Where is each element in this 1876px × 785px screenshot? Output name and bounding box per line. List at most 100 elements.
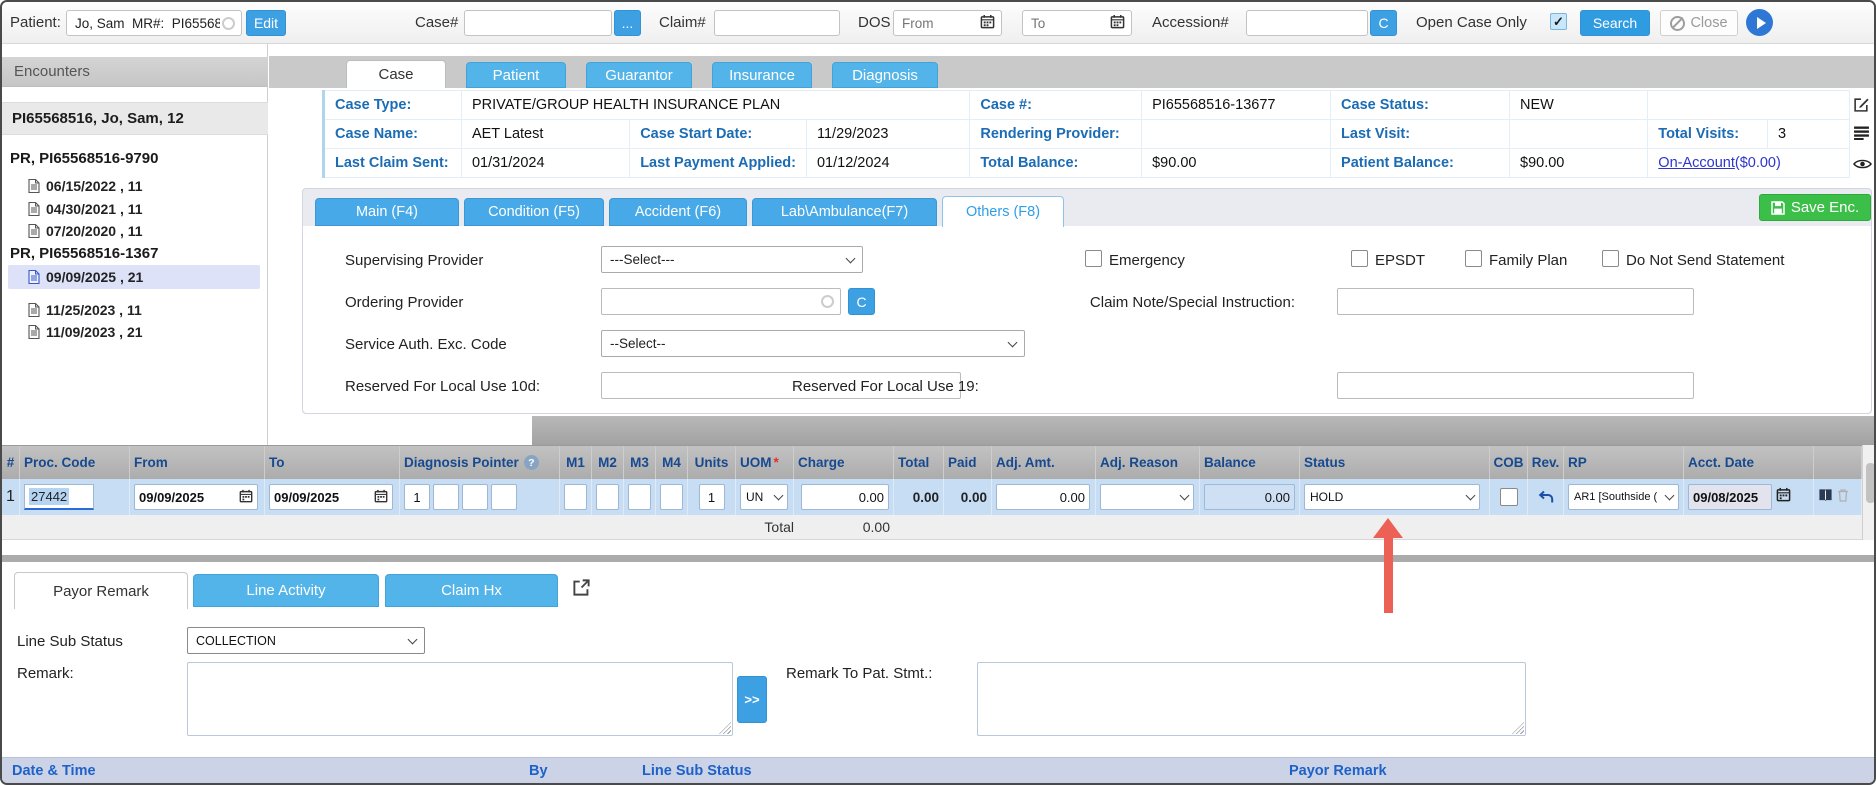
calendar-icon[interactable]	[239, 489, 253, 506]
on-account-link[interactable]: On-Account	[1658, 155, 1735, 171]
status-select[interactable]: HOLD	[1304, 484, 1480, 510]
encounter-item[interactable]: 11/25/2023 , 11	[8, 298, 260, 322]
search-button[interactable]: Search	[1580, 10, 1650, 36]
claim-note-field[interactable]	[1344, 292, 1687, 312]
encounter-item-label: 06/15/2022 , 11	[46, 178, 143, 194]
adj-amt-input[interactable]: 0.00	[996, 484, 1090, 510]
sidebar-group-label[interactable]: PR, PI65568516-1367	[10, 245, 158, 262]
help-icon[interactable]: ?	[524, 455, 539, 470]
m1-input[interactable]	[564, 484, 587, 510]
do-not-send-checkbox[interactable]	[1602, 250, 1619, 267]
encounter-item[interactable]: 04/30/2021 , 11	[8, 197, 260, 221]
line-sub-status-select[interactable]: COLLECTION	[187, 627, 425, 654]
dos-from-input[interactable]	[893, 10, 1002, 36]
play-button[interactable]	[1746, 9, 1773, 36]
eye-icon[interactable]	[1853, 157, 1872, 175]
rp-select[interactable]: AR1 [Southside (	[1568, 484, 1679, 510]
calendar-icon[interactable]	[374, 489, 388, 506]
clear-icon[interactable]	[222, 17, 235, 30]
diag-pointer-3-input[interactable]	[462, 484, 488, 510]
tab-condition-f5[interactable]: Condition (F5)	[464, 198, 604, 226]
case-number-input[interactable]	[464, 10, 612, 36]
sidebar-patient-node[interactable]: PI65568516, Jo, Sam, 12	[2, 102, 268, 135]
external-link-icon[interactable]	[572, 578, 591, 602]
tab-case[interactable]: Case	[346, 60, 446, 88]
acct-date-input[interactable]: 09/08/2025	[1688, 484, 1772, 510]
reverse-icon[interactable]	[1528, 479, 1564, 515]
list-icon[interactable]	[1853, 126, 1870, 145]
tab-diagnosis[interactable]: Diagnosis	[832, 62, 938, 88]
supervising-provider-select[interactable]: ---Select---	[601, 246, 863, 273]
tab-main-f4[interactable]: Main (F4)	[315, 198, 459, 226]
emergency-checkbox[interactable]	[1085, 250, 1102, 267]
trash-icon[interactable]	[1837, 488, 1849, 507]
encounter-item-selected[interactable]: 09/09/2025 , 21	[8, 265, 260, 289]
accession-c-button[interactable]: C	[1370, 10, 1397, 36]
tab-others-f8[interactable]: Others (F8)	[942, 196, 1064, 227]
case-lookup-button[interactable]: ...	[614, 10, 641, 36]
claim-note-input[interactable]	[1337, 288, 1694, 315]
adj-reason-select[interactable]	[1100, 484, 1194, 510]
to-date-input[interactable]: 09/09/2025	[269, 484, 393, 510]
encounter-item[interactable]: 06/15/2022 , 11	[8, 174, 260, 198]
section-divider	[2, 555, 1876, 562]
clear-icon[interactable]	[821, 295, 834, 308]
accession-field[interactable]	[1253, 15, 1361, 32]
diag-pointer-4-input[interactable]	[491, 484, 517, 510]
family-plan-checkbox[interactable]	[1465, 250, 1482, 267]
reserved-19-field[interactable]	[1344, 376, 1687, 396]
patient-input-field[interactable]	[73, 15, 222, 32]
case-number-field[interactable]	[471, 15, 605, 32]
m4-input[interactable]	[660, 484, 683, 510]
reserved-19-input[interactable]	[1337, 372, 1694, 399]
close-button[interactable]: Close	[1660, 10, 1738, 36]
tab-accident-f6[interactable]: Accident (F6)	[609, 198, 747, 226]
service-auth-select[interactable]: --Select--	[601, 330, 1025, 357]
tab-guarantor[interactable]: Guarantor	[586, 62, 692, 88]
diag-pointer-1-input[interactable]: 1	[404, 484, 430, 510]
units-input[interactable]: 1	[699, 484, 725, 510]
charge-input[interactable]: 0.00	[801, 484, 889, 510]
ordering-c-button[interactable]: C	[848, 288, 875, 315]
sidebar-group-label[interactable]: PR, PI65568516-9790	[10, 150, 158, 167]
remark-history-header: Date & Time By Line Sub Status Payor Rem…	[2, 757, 1876, 784]
section-splitter[interactable]	[532, 416, 1876, 445]
patient-input[interactable]	[66, 10, 242, 36]
m2-input[interactable]	[596, 484, 619, 510]
cob-checkbox[interactable]	[1500, 488, 1518, 506]
claim-number-input[interactable]	[714, 10, 840, 36]
epsdt-checkbox[interactable]	[1351, 250, 1368, 267]
from-date-input[interactable]: 09/09/2025	[134, 484, 258, 510]
tab-claim-hx[interactable]: Claim Hx	[385, 574, 558, 607]
proc-code-input[interactable]: 27442	[24, 484, 94, 510]
calendar-icon[interactable]	[1776, 487, 1791, 507]
tab-line-activity[interactable]: Line Activity	[193, 574, 379, 607]
calendar-icon[interactable]	[980, 14, 995, 32]
tab-patient[interactable]: Patient	[466, 62, 566, 88]
remark-to-pat-textarea[interactable]	[977, 662, 1526, 736]
tab-lab-ambulance-f7[interactable]: Lab\Ambulance(F7)	[752, 198, 937, 226]
dos-to-input[interactable]	[1022, 10, 1132, 36]
tab-insurance[interactable]: Insurance	[712, 62, 812, 88]
calendar-icon[interactable]	[1110, 14, 1125, 32]
encounter-item[interactable]: 07/20/2020 , 11	[8, 219, 260, 243]
remark-textarea[interactable]	[187, 662, 733, 736]
dos-to-field[interactable]	[1029, 15, 1110, 32]
tab-payor-remark[interactable]: Payor Remark	[14, 572, 188, 609]
ordering-provider-input[interactable]	[601, 288, 841, 315]
journal-icon[interactable]	[1818, 488, 1833, 507]
expand-remark-button[interactable]: >>	[737, 676, 767, 723]
open-case-only-checkbox[interactable]	[1550, 13, 1567, 30]
edit-button[interactable]: Edit	[246, 10, 286, 36]
save-encounter-button[interactable]: Save Enc.	[1759, 194, 1871, 221]
ordering-provider-field[interactable]	[608, 292, 821, 312]
encounter-item[interactable]: 11/09/2023 , 21	[8, 320, 260, 344]
dos-from-field[interactable]	[900, 15, 980, 32]
grid-scrollbar[interactable]	[1862, 445, 1876, 540]
edit-case-icon[interactable]	[1853, 96, 1870, 118]
claim-number-field[interactable]	[721, 15, 833, 32]
accession-input[interactable]	[1246, 10, 1368, 36]
diag-pointer-2-input[interactable]	[433, 484, 459, 510]
m3-input[interactable]	[628, 484, 651, 510]
uom-select[interactable]: UN	[740, 484, 788, 510]
